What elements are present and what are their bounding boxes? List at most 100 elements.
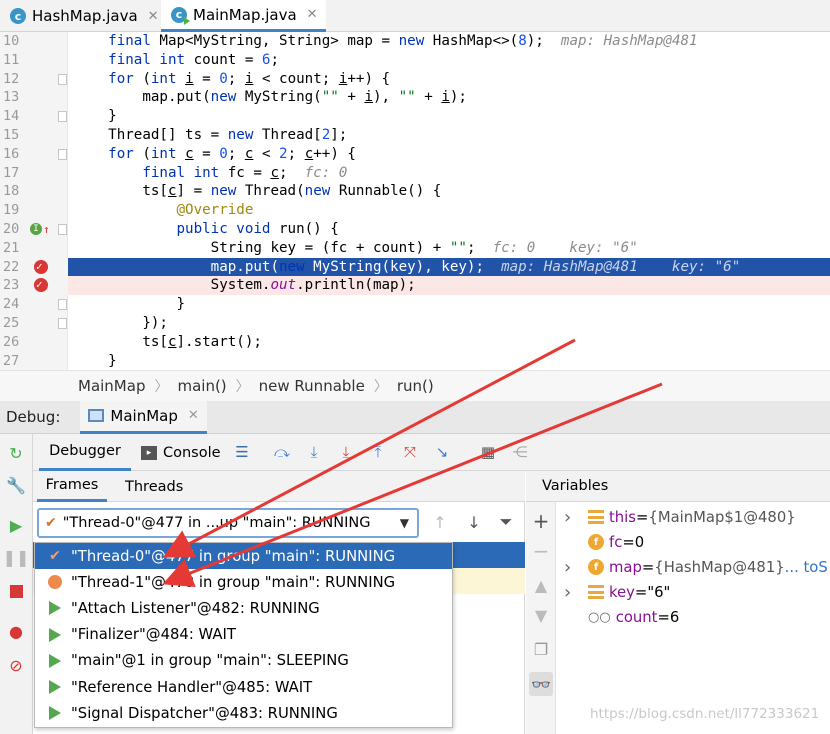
code-line[interactable]: 16 for (int c = 0; c < 2; c++) { bbox=[0, 145, 830, 164]
variable-row[interactable]: › key = "6" bbox=[564, 580, 670, 604]
code-line[interactable]: 10 final Map<MyString, String> map = new… bbox=[0, 32, 830, 51]
step-out-icon[interactable]: ⤒ bbox=[369, 443, 387, 461]
code-line[interactable]: 23 System.out.println(map); bbox=[0, 275, 830, 296]
code-line[interactable]: 17 final int fc = c; fc: 0 bbox=[0, 164, 830, 183]
thread-label: "Finalizer"@484: WAIT bbox=[71, 626, 236, 644]
close-tab-icon[interactable]: ✕ bbox=[148, 9, 159, 24]
thread-item[interactable]: "Reference Handler"@485: WAIT bbox=[35, 674, 452, 700]
variable-row[interactable]: › f map = {HashMap@481} ... toS bbox=[564, 555, 828, 579]
code-line[interactable]: 11 final int count = 6; bbox=[0, 51, 830, 70]
step-over-icon[interactable]: ⤓ bbox=[305, 443, 323, 461]
variable-row[interactable]: f fc = 0 bbox=[564, 530, 644, 554]
variable-value: 0 bbox=[634, 533, 645, 551]
tab-mainmap-java[interactable]: c MainMap.java ✕ bbox=[161, 0, 326, 32]
filter-icon[interactable]: ⏷ bbox=[496, 512, 516, 532]
code-line[interactable]: 18 ts[c] = new Thread(new Runnable() { bbox=[0, 182, 830, 201]
variable-row[interactable]: › this = {MainMap$1@480} bbox=[564, 505, 796, 529]
variable-name: this bbox=[609, 508, 636, 526]
code-editor[interactable]: 10 final Map<MyString, String> map = new… bbox=[0, 32, 830, 370]
breadcrumb-item-main[interactable]: main() bbox=[177, 377, 226, 395]
tab-threads[interactable]: Threads bbox=[125, 471, 185, 502]
rerun-icon[interactable]: ↻ bbox=[7, 444, 25, 463]
code-line[interactable]: 24 } bbox=[0, 295, 830, 314]
line-number: 21 bbox=[3, 239, 20, 256]
trace-current-stream-icon[interactable]: ⋲ bbox=[511, 443, 529, 461]
fold-marker-icon[interactable] bbox=[58, 111, 67, 123]
duplicate-icon[interactable]: ❐ bbox=[532, 640, 550, 659]
arrow-down-icon[interactable]: ↓ bbox=[464, 512, 484, 532]
view-breakpoints-icon[interactable]: ● bbox=[7, 622, 25, 641]
move-up-icon[interactable]: ▲ bbox=[532, 576, 550, 595]
breadcrumb-item-run[interactable]: run() bbox=[397, 377, 434, 395]
line-number: 23 bbox=[3, 277, 20, 294]
run-to-cursor-icon[interactable]: ↘ bbox=[433, 443, 451, 461]
thread-item[interactable]: "Attach Listener"@482: RUNNING bbox=[35, 595, 452, 621]
thread-label: "Reference Handler"@485: WAIT bbox=[71, 678, 313, 696]
thread-dropdown-list[interactable]: ✔ "Thread-0"@477 in group "main": RUNNING… bbox=[34, 542, 453, 728]
arrow-up-icon[interactable]: ↑ bbox=[430, 512, 450, 532]
force-step-into-icon[interactable]: ⤓ bbox=[337, 443, 355, 461]
code-line[interactable]: 15 Thread[] ts = new Thread[2]; bbox=[0, 126, 830, 145]
expand-arrow-icon[interactable]: › bbox=[564, 557, 578, 578]
implements-method-icon[interactable]: I bbox=[30, 223, 42, 235]
line-number: 11 bbox=[3, 51, 20, 68]
layout-menu-icon[interactable]: ☰ bbox=[233, 443, 251, 461]
pause-icon[interactable]: ❚❚ bbox=[3, 548, 30, 567]
variable-name: map bbox=[609, 558, 642, 576]
code-line[interactable]: 26 ts[c].start(); bbox=[0, 333, 830, 352]
code-text: } bbox=[74, 352, 117, 369]
code-line[interactable]: 27 } bbox=[0, 352, 830, 370]
tab-debugger[interactable]: Debugger bbox=[39, 434, 131, 471]
variable-row[interactable]: ○○ count = 6 bbox=[564, 605, 679, 629]
drop-frame-icon[interactable]: ⤧ bbox=[401, 443, 419, 461]
tab-console[interactable]: ▸ Console bbox=[141, 434, 227, 471]
line-number: 26 bbox=[3, 333, 20, 350]
thread-item[interactable]: "Signal Dispatcher"@483: RUNNING bbox=[35, 700, 452, 726]
breakpoint-icon[interactable] bbox=[34, 257, 48, 276]
fold-marker-icon[interactable] bbox=[58, 299, 67, 311]
fold-marker-icon[interactable] bbox=[58, 224, 67, 235]
thread-item[interactable]: "Thread-1"@478 in group "main": RUNNING bbox=[35, 569, 452, 595]
tab-hashmap-java[interactable]: c HashMap.java ✕ bbox=[0, 0, 160, 32]
code-line[interactable]: 20 I ↑ public void run() { bbox=[0, 220, 830, 239]
add-watch-icon[interactable]: + bbox=[532, 509, 550, 533]
remove-watch-icon[interactable]: − bbox=[532, 539, 550, 563]
code-line[interactable]: 12 for (int i = 0; i < count; i++) { bbox=[0, 70, 830, 89]
tab-frames[interactable]: Frames bbox=[37, 471, 107, 502]
code-line[interactable]: 25 }); bbox=[0, 314, 830, 333]
breadcrumb-item-runnable[interactable]: new Runnable bbox=[259, 377, 365, 395]
resume-icon[interactable]: ▶ bbox=[7, 516, 25, 535]
glasses-icon[interactable]: 👓 bbox=[529, 672, 553, 696]
expand-arrow-icon[interactable]: › bbox=[564, 507, 578, 528]
wrench-icon[interactable]: 🔧 bbox=[6, 476, 26, 495]
stop-icon[interactable] bbox=[7, 582, 25, 600]
code-line[interactable]: 22 map.put(new MyString(key), key); map:… bbox=[0, 257, 830, 277]
debug-session-tab[interactable]: MainMap ✕ bbox=[80, 400, 207, 434]
thread-item[interactable]: "Finalizer"@484: WAIT bbox=[35, 622, 452, 648]
mute-breakpoints-icon[interactable]: ⊘ bbox=[7, 656, 25, 675]
code-line[interactable]: 21 String key = (fc + count) + ""; fc: 0… bbox=[0, 239, 830, 258]
close-tab-icon[interactable]: ✕ bbox=[307, 7, 318, 22]
variable-name: fc bbox=[609, 533, 623, 551]
close-session-icon[interactable]: ✕ bbox=[188, 408, 199, 423]
code-line[interactable]: 19 @Override bbox=[0, 201, 830, 220]
expand-arrow-icon[interactable]: › bbox=[564, 582, 578, 603]
fold-marker-icon[interactable] bbox=[58, 318, 67, 329]
evaluate-expression-icon[interactable]: ▦ bbox=[479, 443, 497, 461]
thread-item[interactable]: "main"@1 in group "main": SLEEPING bbox=[35, 648, 452, 674]
thread-item[interactable]: ✔ "Thread-0"@477 in group "main": RUNNING bbox=[35, 543, 452, 569]
editor-tab-bar: c HashMap.java ✕ c MainMap.java ✕ bbox=[0, 0, 830, 32]
frames-tab-bar: Frames Threads bbox=[33, 471, 525, 502]
move-down-icon[interactable]: ▼ bbox=[532, 606, 550, 625]
to-string-link[interactable]: ... toS bbox=[785, 559, 828, 576]
breadcrumb-item-class[interactable]: MainMap bbox=[78, 377, 145, 395]
code-line[interactable]: 14 } bbox=[0, 107, 830, 126]
thread-selector-combo[interactable]: ✔ "Thread-0"@477 in ...up "main": RUNNIN… bbox=[37, 508, 419, 538]
debug-label: Debug: bbox=[6, 408, 61, 426]
fold-marker-icon[interactable] bbox=[58, 148, 67, 160]
stack-icon bbox=[588, 585, 604, 599]
fold-marker-icon[interactable] bbox=[58, 73, 67, 85]
override-arrow-icon: ↑ bbox=[43, 223, 50, 236]
show-execution-point-icon[interactable]: ⤼ bbox=[273, 443, 291, 461]
code-line[interactable]: 13 map.put(new MyString("" + i), "" + i)… bbox=[0, 88, 830, 107]
